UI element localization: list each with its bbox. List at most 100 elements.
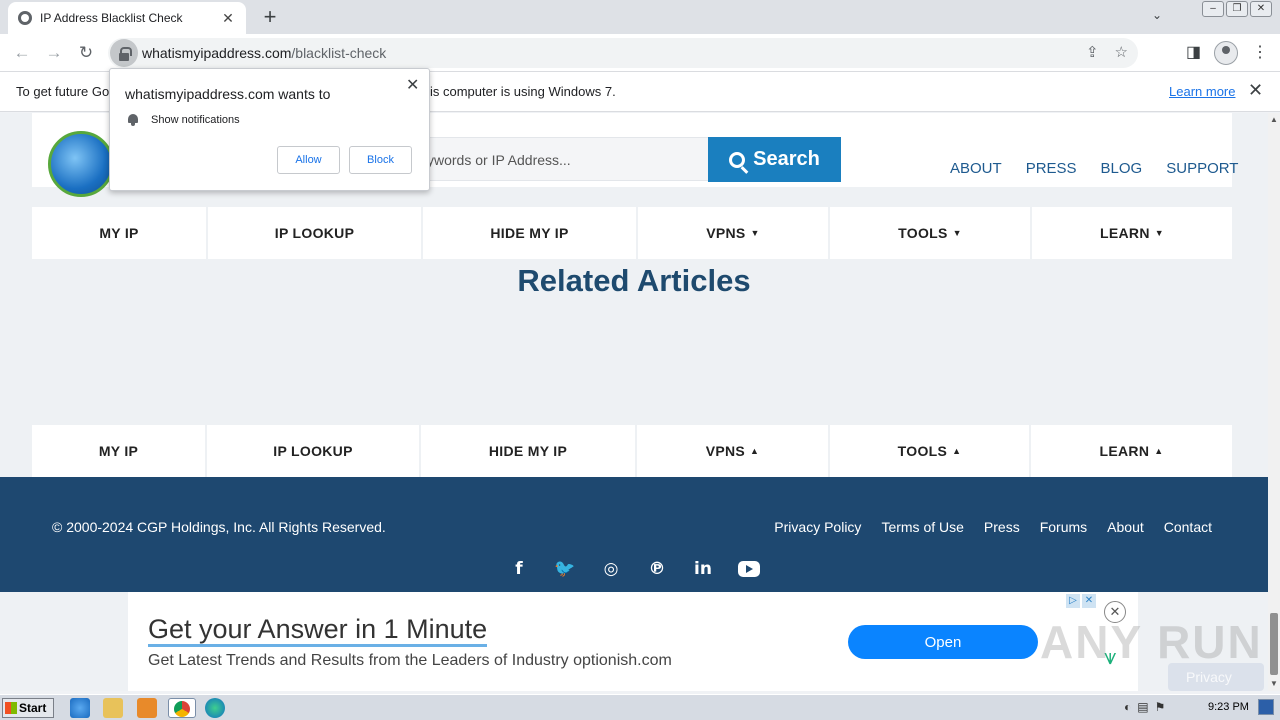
nav-label: HIDE MY IP — [488, 443, 568, 459]
search-button[interactable]: Search — [708, 137, 841, 182]
nav-label: LEARN — [1100, 225, 1150, 241]
nav-label: MY IP — [98, 443, 139, 459]
taskbar-clock[interactable]: 9:23 PM — [1208, 701, 1249, 713]
show-desktop-icon[interactable] — [1258, 699, 1274, 715]
instagram-icon[interactable]: ◎ — [600, 559, 622, 579]
permission-row: Show notifications — [127, 113, 240, 126]
ad-x-icon[interactable]: ✕ — [1082, 594, 1096, 608]
address-bar[interactable]: whatismyipaddress.com/blacklist-check ⇪ … — [108, 38, 1138, 68]
privacy-policy-link[interactable]: Privacy Policy — [774, 519, 861, 535]
press-link[interactable]: PRESS — [1026, 160, 1077, 177]
scroll-down-icon[interactable]: ▼ — [1270, 679, 1278, 688]
chrome-taskbar-icon[interactable] — [168, 698, 196, 718]
ie-icon[interactable] — [70, 698, 90, 718]
facebook-icon[interactable]: f — [508, 559, 530, 579]
network-icon[interactable]: ▤ — [1137, 700, 1148, 714]
about-link[interactable]: About — [1107, 519, 1144, 535]
block-button[interactable]: Block — [349, 146, 412, 174]
popup-close-icon[interactable]: ✕ — [406, 75, 419, 95]
nav-label: TOOLS — [897, 443, 948, 459]
browser-toolbar: ← → ↻ whatismyipaddress.com/blacklist-ch… — [0, 34, 1280, 72]
new-tab-button[interactable]: + — [258, 4, 282, 30]
flag-icon[interactable]: ⚑ — [1155, 700, 1166, 714]
page-scrollbar[interactable]: ▲ ▼ — [1268, 113, 1280, 691]
site-footer: © 2000-2024 CGP Holdings, Inc. All Right… — [0, 477, 1268, 592]
back-icon[interactable]: ← — [12, 43, 32, 63]
ad-title[interactable]: Get your Answer in 1 Minute — [148, 614, 488, 647]
search-button-label: Search — [753, 148, 820, 170]
maximize-button[interactable]: ❐ — [1226, 1, 1248, 17]
lock-icon[interactable] — [110, 39, 138, 67]
caret-down-icon: ▼ — [750, 228, 760, 238]
share-icon[interactable]: ⇪ — [1086, 43, 1099, 61]
terms-link[interactable]: Terms of Use — [881, 519, 963, 535]
url-text[interactable]: whatismyipaddress.com/blacklist-check — [142, 45, 386, 61]
nav-item-vpns[interactable]: VPNS ▼ — [638, 207, 830, 259]
tab-title: IP Address Blacklist Check — [40, 11, 183, 25]
infobar-message-end: is computer is using Windows 7. — [430, 84, 616, 99]
profile-avatar[interactable] — [1214, 41, 1238, 65]
related-articles-heading: Related Articles — [517, 263, 751, 298]
start-label: Start — [19, 701, 47, 715]
reload-icon[interactable]: ↻ — [76, 43, 96, 63]
side-panel-icon[interactable]: ◨ — [1186, 42, 1201, 62]
nav-item-ip-lookup[interactable]: IP LOOKUP — [207, 425, 421, 477]
nav-item-hide-my-ip[interactable]: HIDE MY IP — [421, 425, 637, 477]
nav-label: IP LOOKUP — [274, 225, 355, 241]
url-path: /blacklist-check — [291, 45, 387, 61]
nav-item-my-ip[interactable]: MY IP — [32, 207, 208, 259]
caret-up-icon: ▲ — [1154, 446, 1164, 456]
caret-down-icon: ▼ — [952, 228, 962, 238]
volume-icon[interactable]: ◐ — [1124, 700, 1131, 714]
pinterest-icon[interactable]: ℗ — [646, 559, 668, 579]
ad-banner[interactable]: Get your Answer in 1 Minute Get Latest T… — [128, 592, 1138, 691]
minimize-button[interactable]: – — [1202, 1, 1224, 17]
youtube-icon[interactable] — [738, 559, 760, 579]
explorer-folder-icon[interactable] — [103, 698, 123, 718]
forums-link[interactable]: Forums — [1040, 519, 1087, 535]
web-page: ywords or IP Address... Search ABOUT PRE… — [0, 113, 1268, 691]
linkedin-icon[interactable]: in — [692, 559, 714, 579]
ad-open-button[interactable]: Open — [848, 625, 1038, 659]
media-player-icon[interactable] — [137, 698, 157, 718]
privacy-badge[interactable]: Privacy — [1168, 663, 1264, 691]
scroll-thumb[interactable] — [1270, 613, 1278, 675]
nav-item-tools[interactable]: TOOLS ▼ — [830, 207, 1032, 259]
infobar-close-icon[interactable]: ✕ — [1248, 80, 1263, 101]
nav-item-learn[interactable]: LEARN ▼ — [1032, 207, 1232, 259]
nav-item-my-ip[interactable]: MY IP — [32, 425, 207, 477]
start-button[interactable]: Start — [2, 698, 54, 718]
forward-icon[interactable]: → — [44, 43, 64, 63]
site-logo[interactable] — [48, 131, 114, 197]
nav-item-vpns[interactable]: VPNS ▲ — [637, 425, 830, 477]
infobar-message-start: To get future Go — [16, 84, 110, 99]
edge-icon[interactable] — [205, 698, 225, 718]
press-link[interactable]: Press — [984, 519, 1020, 535]
contact-link[interactable]: Contact — [1164, 519, 1212, 535]
menu-icon[interactable]: ⋮ — [1252, 42, 1268, 62]
windows-taskbar: Start ◐ ▤ ⚑ 9:23 PM — [0, 694, 1280, 720]
adchoices-icon[interactable]: ▷ — [1066, 594, 1080, 608]
nav-label: VPNS — [706, 225, 746, 241]
twitter-icon[interactable]: 🐦 — [554, 559, 576, 579]
tab-close-icon[interactable]: ✕ — [220, 10, 236, 27]
nav-item-ip-lookup[interactable]: IP LOOKUP — [208, 207, 423, 259]
nav-item-learn[interactable]: LEARN ▲ — [1031, 425, 1232, 477]
allow-button[interactable]: Allow — [277, 146, 340, 174]
nav-item-tools[interactable]: TOOLS ▲ — [830, 425, 1031, 477]
close-window-button[interactable]: ✕ — [1250, 1, 1272, 17]
nav-label: LEARN — [1099, 443, 1150, 459]
bookmark-star-icon[interactable]: ☆ — [1115, 43, 1128, 61]
browser-tab[interactable]: IP Address Blacklist Check ✕ — [8, 2, 246, 34]
support-link[interactable]: SUPPORT — [1166, 160, 1238, 177]
nav-item-hide-my-ip[interactable]: HIDE MY IP — [423, 207, 638, 259]
ad-subtitle[interactable]: Get Latest Trends and Results from the L… — [148, 652, 672, 670]
chrome-icon — [174, 701, 190, 717]
scroll-up-icon[interactable]: ▲ — [1270, 115, 1278, 124]
search-input[interactable]: ywords or IP Address... — [420, 137, 710, 181]
blog-link[interactable]: BLOG — [1101, 160, 1143, 177]
about-link[interactable]: ABOUT — [950, 160, 1002, 177]
tab-search-icon[interactable]: ⌄ — [1152, 8, 1162, 22]
learn-more-link[interactable]: Learn more — [1169, 84, 1235, 99]
url-host: whatismyipaddress.com — [142, 45, 292, 61]
